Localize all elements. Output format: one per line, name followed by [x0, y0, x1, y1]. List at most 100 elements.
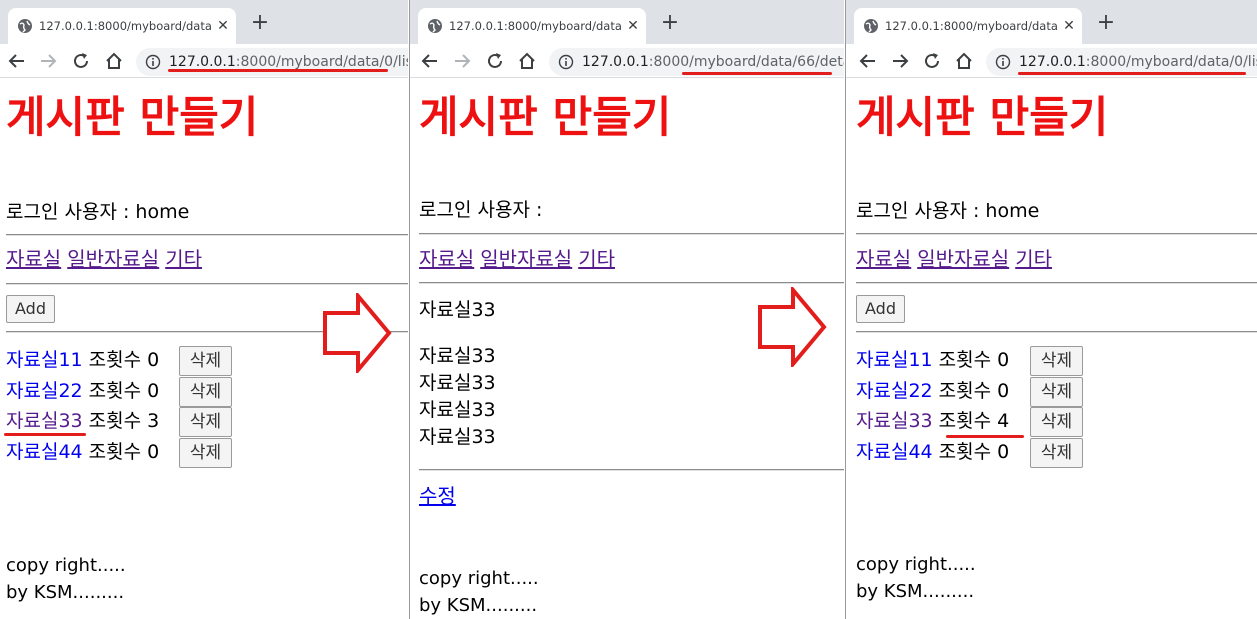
- post-title-link[interactable]: 자료실22: [6, 380, 83, 402]
- page-title: 게시판 만들기: [6, 93, 259, 143]
- info-icon: [145, 54, 161, 70]
- divider: [856, 282, 1257, 284]
- menu-link-general-data-room[interactable]: 일반자료실: [480, 247, 572, 271]
- divider: [419, 233, 844, 235]
- plus-icon[interactable]: +: [658, 11, 682, 35]
- menu-link-data-room[interactable]: 자료실: [419, 247, 474, 271]
- post-title-link[interactable]: 자료실44: [6, 441, 83, 463]
- divider: [419, 469, 844, 471]
- delete-button[interactable]: 삭제: [179, 437, 232, 468]
- hits-label: 조횟수: [938, 379, 992, 402]
- list-item: 자료실44 조횟수 0 삭제: [856, 437, 1083, 468]
- back-arrow-icon[interactable]: [6, 50, 28, 72]
- hit-count: 0: [997, 379, 1010, 402]
- browser-tab[interactable]: 127.0.0.1:8000/myboard/data/66/detail/ ✕: [418, 8, 646, 44]
- forward-arrow-icon[interactable]: [451, 50, 473, 72]
- browser-tab[interactable]: 127.0.0.1:8000/myboard/data/0/list/ ✕: [854, 8, 1082, 44]
- post-title-link[interactable]: 자료실11: [6, 349, 83, 371]
- divider: [856, 331, 1257, 333]
- forward-arrow-icon[interactable]: [889, 50, 911, 72]
- login-user: home: [135, 201, 190, 223]
- menu-link-general-data-room[interactable]: 일반자료실: [917, 247, 1009, 271]
- home-icon[interactable]: [953, 50, 975, 72]
- delete-button[interactable]: 삭제: [179, 346, 232, 376]
- close-icon[interactable]: ✕: [214, 17, 232, 35]
- menu-link-data-room[interactable]: 자료실: [6, 247, 61, 271]
- reload-icon[interactable]: [484, 50, 506, 72]
- url-underline-annotation: [682, 72, 832, 75]
- list-item: 자료실22 조횟수 0 삭제: [856, 376, 1083, 407]
- close-icon[interactable]: ✕: [1060, 17, 1078, 35]
- login-user: home: [985, 200, 1040, 222]
- detail-line: 자료실33: [419, 399, 496, 421]
- menu-link-general-data-room[interactable]: 일반자료실: [67, 247, 159, 271]
- add-button[interactable]: Add: [856, 295, 905, 323]
- list-item: 자료실44 조횟수 0 삭제: [6, 437, 232, 468]
- url-text: 127.0.0.1:8000/myboard/data/0/list/: [1019, 54, 1257, 70]
- globe-icon: [864, 19, 878, 33]
- detail-content: 자료실33 자료실33 자료실33 자료실33: [419, 343, 496, 451]
- list-item: 자료실33 조횟수 4 삭제: [856, 406, 1083, 437]
- hit-count: 0: [147, 349, 160, 371]
- close-icon[interactable]: ✕: [624, 17, 642, 35]
- menu-link-etc[interactable]: 기타: [165, 247, 202, 271]
- delete-button[interactable]: 삭제: [179, 407, 232, 437]
- edit-link[interactable]: 수정: [419, 483, 456, 509]
- login-info: 로그인 사용자 : home: [856, 200, 1040, 222]
- post-title-link[interactable]: 자료실44: [856, 441, 933, 463]
- login-info: 로그인 사용자 : home: [6, 201, 190, 223]
- delete-button[interactable]: 삭제: [179, 376, 232, 407]
- post-list: 자료실11 조횟수 0 삭제 자료실22 조횟수 0 삭제 자료실33 조횟수 3 삭제 자…: [6, 345, 232, 468]
- post-title-link[interactable]: 자료실11: [856, 349, 933, 371]
- highlight-underline-annotation: [946, 435, 1024, 438]
- page-title: 게시판 만들기: [856, 93, 1109, 143]
- browser-tab[interactable]: 127.0.0.1:8000/myboard/data/0/list/ ✕: [8, 8, 236, 44]
- board-menu: 자료실 일반자료실 기타: [419, 246, 621, 272]
- tab-strip: 127.0.0.1:8000/myboard/data/0/list/ ✕ +: [846, 0, 1257, 44]
- browser-toolbar: 127.0.0.1:8000/myboard/data/0/list/: [0, 44, 408, 78]
- forward-arrow-icon[interactable]: [37, 50, 59, 72]
- delete-button[interactable]: 삭제: [1030, 376, 1083, 407]
- globe-icon: [18, 19, 32, 33]
- divider: [419, 282, 844, 284]
- url-underline-annotation: [1018, 72, 1246, 75]
- board-menu: 자료실 일반자료실 기타: [856, 246, 1058, 272]
- footer-line: copy right.....: [419, 568, 539, 589]
- detail-line: 자료실33: [419, 345, 496, 367]
- back-arrow-icon[interactable]: [857, 50, 879, 72]
- reload-icon[interactable]: [70, 50, 92, 72]
- home-icon[interactable]: [516, 50, 538, 72]
- url-underline-annotation: [168, 69, 388, 72]
- hits-label: 조횟수: [88, 440, 142, 463]
- home-icon[interactable]: [103, 50, 125, 72]
- browser-toolbar: 127.0.0.1:8000/myboard/data/66/detail/: [410, 44, 844, 78]
- delete-button[interactable]: 삭제: [1030, 407, 1083, 437]
- back-arrow-icon[interactable]: [419, 50, 441, 72]
- hits-label: 조횟수: [88, 410, 142, 432]
- menu-link-data-room[interactable]: 자료실: [856, 247, 911, 271]
- hits-label: 조횟수: [938, 410, 992, 432]
- delete-button[interactable]: 삭제: [1030, 437, 1083, 468]
- footer-line: by KSM.........: [6, 582, 125, 603]
- post-title-link[interactable]: 자료실33: [856, 410, 933, 432]
- tab-title: 127.0.0.1:8000/myboard/data/0/list/: [885, 19, 1057, 33]
- hits-label: 조횟수: [938, 440, 992, 463]
- menu-link-etc[interactable]: 기타: [578, 247, 615, 271]
- plus-icon[interactable]: +: [1094, 11, 1118, 35]
- hits-label: 조횟수: [88, 349, 142, 371]
- reload-icon[interactable]: [921, 50, 943, 72]
- post-title-link[interactable]: 자료실22: [856, 380, 933, 402]
- list-item: 자료실33 조횟수 3 삭제: [6, 406, 232, 437]
- delete-button[interactable]: 삭제: [1030, 346, 1083, 376]
- post-list: 자료실11 조횟수 0 삭제 자료실22 조횟수 0 삭제 자료실33 조횟수 4 삭제 자…: [856, 345, 1083, 468]
- detail-line: 자료실33: [419, 426, 496, 448]
- post-title-link[interactable]: 자료실33: [6, 410, 83, 432]
- browser-toolbar: 127.0.0.1:8000/myboard/data/0/list/: [846, 44, 1257, 78]
- list-item: 자료실22 조횟수 0 삭제: [6, 376, 232, 407]
- add-button[interactable]: Add: [6, 295, 55, 323]
- divider: [6, 283, 408, 285]
- menu-link-etc[interactable]: 기타: [1015, 247, 1052, 271]
- plus-icon[interactable]: +: [248, 11, 272, 35]
- list-item: 자료실11 조횟수 0 삭제: [856, 345, 1083, 376]
- hit-count: 4: [997, 410, 1010, 432]
